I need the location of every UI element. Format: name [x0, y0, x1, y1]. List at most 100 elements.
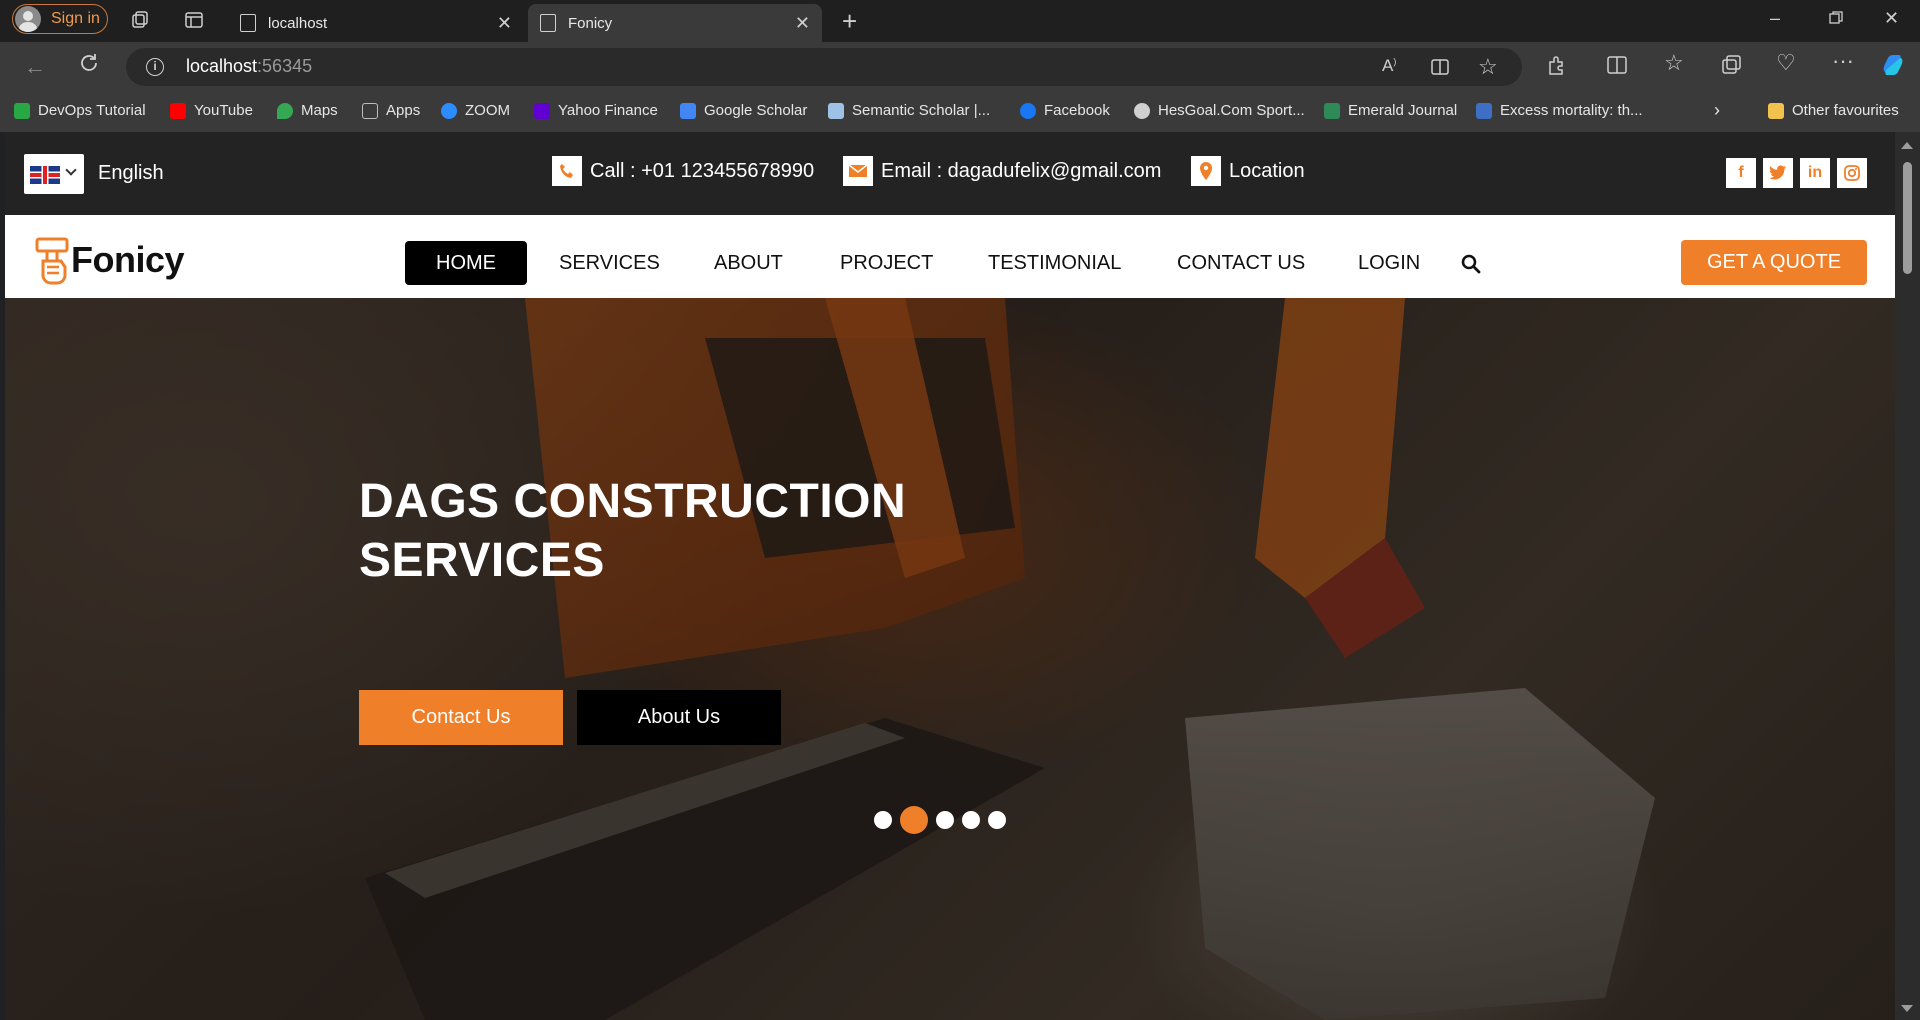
- twitter-icon[interactable]: [1763, 158, 1793, 188]
- browser-tab-bar: Sign in localhost ✕ Fonicy ✕ + – ✕: [0, 0, 1920, 42]
- nav-project[interactable]: PROJECT: [809, 241, 964, 285]
- slider-dot[interactable]: [962, 811, 980, 829]
- hero-headline: DAGS CONSTRUCTION SERVICES: [359, 475, 907, 587]
- zoom-icon: [441, 102, 457, 119]
- page-viewport: English Call : +01 123455678990 Email : …: [5, 132, 1895, 1020]
- copilot-icon[interactable]: [1880, 52, 1906, 83]
- sign-in-button[interactable]: Sign in: [12, 4, 108, 34]
- contact-top-bar: English Call : +01 123455678990 Email : …: [5, 132, 1895, 215]
- semantic-scholar-icon: [828, 102, 844, 119]
- nav-contact-us[interactable]: CONTACT US: [1146, 241, 1336, 285]
- slider-dot[interactable]: [988, 811, 1006, 829]
- close-tab-icon[interactable]: ✕: [497, 13, 512, 34]
- hesgoal-icon: [1134, 102, 1150, 119]
- bookmark-other-favourites[interactable]: Other favourites: [1768, 102, 1899, 119]
- tab-localhost[interactable]: localhost ✕: [228, 4, 524, 42]
- tab-title: localhost: [268, 14, 328, 32]
- envelope-icon: [843, 156, 873, 186]
- scrollbar-thumb[interactable]: [1903, 162, 1912, 274]
- bookmark-excess-mortality[interactable]: Excess mortality: th...: [1476, 102, 1643, 119]
- instagram-icon[interactable]: [1837, 158, 1867, 188]
- chevron-right-icon[interactable]: ›: [1714, 100, 1720, 121]
- brand-name: Fonicy: [71, 239, 185, 280]
- tab-title: Fonicy: [568, 14, 613, 32]
- browser-essentials-icon[interactable]: ♡: [1776, 50, 1796, 76]
- scholar-icon: [680, 102, 696, 119]
- more-menu-icon[interactable]: ···: [1832, 48, 1854, 74]
- new-tab-icon[interactable]: +: [842, 6, 857, 37]
- split-screen-icon[interactable]: [1606, 54, 1628, 81]
- url-text: localhost:56345: [186, 56, 313, 76]
- bookmark-zoom[interactable]: ZOOM: [441, 102, 510, 119]
- bookmark-devops-tutorial[interactable]: DevOps Tutorial: [14, 102, 146, 119]
- scroll-up-arrow-icon[interactable]: [1901, 142, 1913, 149]
- favorites-icon[interactable]: ☆: [1664, 50, 1684, 76]
- email-contact[interactable]: Email : dagadufelix@gmail.com: [843, 156, 1161, 186]
- slider-dot[interactable]: [936, 811, 954, 829]
- facebook-icon[interactable]: f: [1726, 158, 1756, 188]
- read-aloud-icon[interactable]: A): [1382, 56, 1396, 76]
- about-us-button[interactable]: About Us: [577, 690, 781, 745]
- hero-slider: DAGS CONSTRUCTION SERVICES Contact Us Ab…: [5, 298, 1895, 1020]
- maps-icon: [277, 102, 293, 119]
- bookmark-apps[interactable]: Apps: [362, 102, 420, 119]
- facebook-icon: [1020, 102, 1036, 119]
- emerald-icon: [1324, 102, 1340, 119]
- get-a-quote-button[interactable]: GET A QUOTE: [1681, 240, 1867, 285]
- page-icon: [240, 14, 256, 32]
- nav-services[interactable]: SERVICES: [528, 241, 691, 285]
- bookmark-yahoo-finance[interactable]: Yahoo Finance: [534, 102, 658, 119]
- bookmark-youtube[interactable]: YouTube: [170, 102, 253, 119]
- excess-mortality-icon: [1476, 102, 1492, 119]
- search-icon[interactable]: [1461, 254, 1481, 279]
- back-arrow-icon[interactable]: ←: [24, 54, 46, 80]
- phone-icon: [552, 156, 582, 186]
- page-scrollbar[interactable]: [1895, 132, 1920, 1020]
- extensions-icon[interactable]: [1546, 54, 1568, 81]
- main-navbar: Fonicy HOME SERVICES ABOUT PROJECT TESTI…: [5, 215, 1895, 298]
- page-icon: [540, 14, 556, 32]
- nav-testimonial[interactable]: TESTIMONIAL: [957, 241, 1152, 285]
- slider-pagination: [874, 806, 1014, 834]
- chevron-down-icon: [65, 164, 77, 176]
- immersive-reader-icon[interactable]: [1430, 57, 1450, 82]
- bookmark-google-scholar[interactable]: Google Scholar: [680, 102, 807, 119]
- refresh-icon[interactable]: [78, 52, 100, 79]
- bookmarks-bar: DevOps Tutorial YouTube Maps Apps ZOOM Y…: [0, 92, 1920, 132]
- contact-us-button[interactable]: Contact Us: [359, 690, 563, 745]
- collections-icon[interactable]: [1720, 54, 1742, 81]
- restore-icon[interactable]: [1828, 10, 1844, 31]
- slider-dot[interactable]: [900, 806, 928, 834]
- yahoo-icon: [534, 102, 550, 119]
- favorite-star-icon[interactable]: ☆: [1478, 54, 1498, 80]
- bookmark-emerald-journal[interactable]: Emerald Journal: [1324, 102, 1457, 119]
- workspaces-icon[interactable]: [130, 10, 150, 35]
- tab-fonicy[interactable]: Fonicy ✕: [528, 4, 822, 42]
- location-contact[interactable]: Location: [1191, 156, 1305, 186]
- site-info-icon[interactable]: i: [146, 58, 164, 76]
- slider-dot[interactable]: [874, 811, 892, 829]
- profile-avatar-icon: [15, 6, 41, 32]
- close-tab-icon[interactable]: ✕: [795, 13, 810, 34]
- phone-contact[interactable]: Call : +01 123455678990: [552, 156, 814, 186]
- excavator-background-image: [5, 298, 1895, 1020]
- address-bar[interactable]: i localhost:56345 A) ☆: [126, 48, 1522, 86]
- nav-about[interactable]: ABOUT: [683, 241, 814, 285]
- map-pin-icon: [1191, 156, 1221, 186]
- linkedin-icon[interactable]: in: [1800, 158, 1830, 188]
- close-window-icon[interactable]: ✕: [1884, 8, 1899, 29]
- brand-logo[interactable]: Fonicy: [33, 235, 185, 285]
- tab-actions-icon[interactable]: [184, 10, 204, 35]
- language-selector[interactable]: [24, 154, 84, 194]
- bookmark-hesgoal[interactable]: HesGoal.Com Sport...: [1134, 102, 1305, 119]
- bookmark-facebook[interactable]: Facebook: [1020, 102, 1110, 119]
- sign-in-label: Sign in: [51, 10, 100, 27]
- scroll-down-arrow-icon[interactable]: [1901, 1005, 1913, 1012]
- bookmark-semantic-scholar[interactable]: Semantic Scholar |...: [828, 102, 990, 119]
- page-icon: [362, 102, 378, 119]
- minimize-icon[interactable]: –: [1770, 8, 1780, 29]
- nav-home[interactable]: HOME: [405, 241, 527, 285]
- nav-login[interactable]: LOGIN: [1327, 241, 1451, 285]
- uk-flag-icon: [30, 166, 60, 184]
- bookmark-maps[interactable]: Maps: [277, 102, 338, 119]
